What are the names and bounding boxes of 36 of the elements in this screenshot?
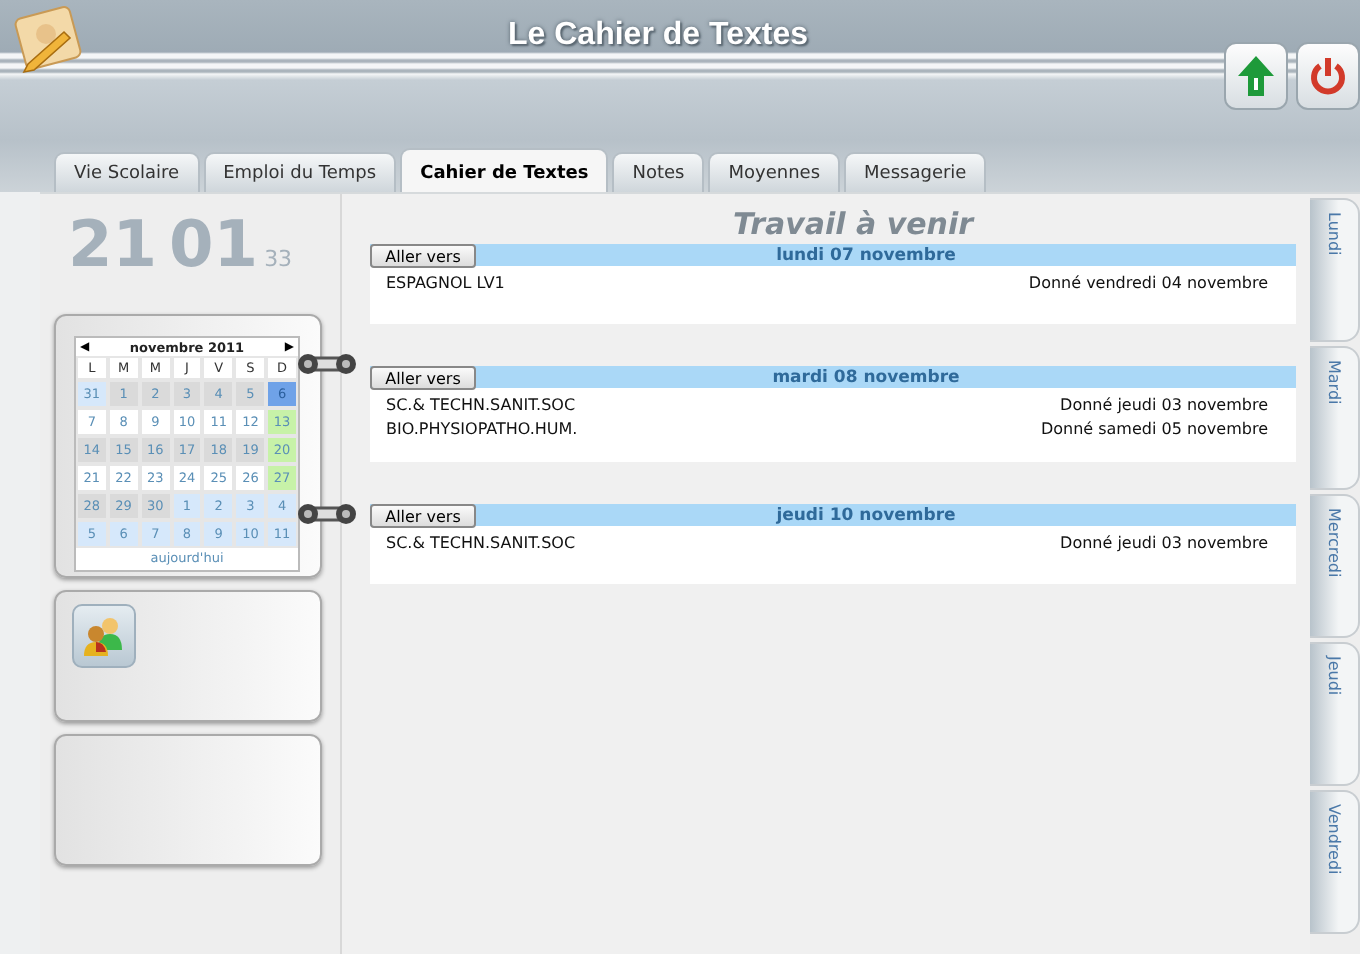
tab[interactable]: Messagerie — [844, 152, 987, 192]
given-date: Donné vendredi 04 novembre — [1028, 272, 1268, 296]
section-title: Travail à venir — [730, 206, 977, 244]
home-button[interactable] — [1224, 42, 1288, 110]
tab[interactable]: Notes — [612, 152, 705, 192]
power-button[interactable] — [1296, 42, 1360, 110]
tab[interactable]: Emploi du Temps — [203, 152, 397, 192]
home-icon — [1236, 54, 1276, 98]
power-icon — [1308, 56, 1348, 96]
people-icon — [80, 614, 128, 658]
clock-hours: 21 — [68, 210, 158, 278]
day-tab[interactable]: Mardi — [1310, 346, 1360, 490]
tab[interactable]: Vie Scolaire — [54, 152, 200, 192]
given-date: Donné samedi 05 novembre — [1040, 418, 1268, 442]
given-date: Donné jeudi 03 novembre — [1060, 532, 1268, 556]
go-to-button[interactable]: Aller vers — [370, 366, 476, 390]
given-date: Donné jeudi 03 novembre — [1060, 394, 1268, 418]
day-date: lundi 07 novembre — [774, 245, 958, 265]
go-to-button[interactable]: Aller vers — [370, 244, 476, 268]
day-date: mardi 08 novembre — [770, 367, 962, 387]
clock-minutes: 01 — [169, 210, 259, 278]
clock-seconds: 33 — [264, 246, 293, 272]
subject-name: BIO.PHYSIOPATHO.HUM. — [386, 418, 578, 442]
day-tab[interactable]: Lundi — [1310, 198, 1360, 342]
day-tab[interactable]: Vendredi — [1310, 790, 1360, 934]
people-button[interactable] — [72, 604, 136, 668]
day-tab[interactable]: Mercredi — [1310, 494, 1360, 638]
subject-name: SC.& TECHN.SANIT.SOC — [386, 394, 576, 418]
page-title: Le Cahier de Textes — [506, 16, 810, 54]
day-date: jeudi 10 novembre — [774, 505, 958, 525]
subject-name: ESPAGNOL LV1 — [386, 272, 505, 296]
tab[interactable]: Moyennes — [708, 152, 841, 192]
day-tab[interactable]: Jeudi — [1310, 642, 1360, 786]
tab[interactable]: Cahier de Textes — [400, 148, 609, 192]
subject-name: SC.& TECHN.SANIT.SOC — [386, 532, 576, 556]
go-to-button[interactable]: Aller vers — [370, 504, 476, 528]
